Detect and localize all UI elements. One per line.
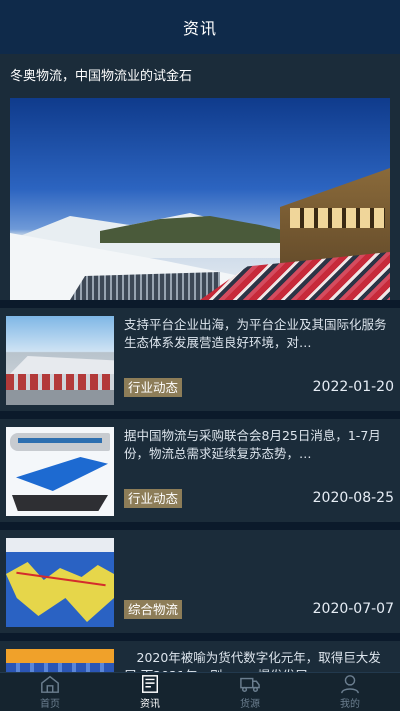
featured-image[interactable] <box>10 98 390 300</box>
news-date: 2020-08-25 <box>312 490 394 506</box>
news-thumbnail <box>6 427 114 516</box>
featured-article[interactable]: 冬奥物流，中国物流业的试金石 <box>0 54 400 300</box>
news-item[interactable]: 综合物流 2020-07-07 <box>0 530 400 633</box>
tab-label: 我的 <box>340 699 360 710</box>
category-tag: 综合物流 <box>124 600 183 619</box>
news-item[interactable]: 据中国物流与采购联合会8月25日消息，1-7月份，物流总需求延续复苏态势，… 行… <box>0 419 400 522</box>
category-tag: 行业动态 <box>124 378 183 397</box>
news-item[interactable]: 2020年被喻为货代数字化元年，取得巨大发展;而2021年，则many爆发发展… <box>0 641 400 672</box>
header-bar: 资讯 <box>0 0 400 54</box>
news-thumbnail <box>6 649 114 672</box>
news-thumbnail <box>6 316 114 405</box>
tab-label: 资讯 <box>140 699 160 710</box>
tab-news[interactable]: 资讯 <box>100 673 200 711</box>
news-date: 2022-01-20 <box>312 379 394 395</box>
truck-icon <box>240 677 260 692</box>
category-tag: 行业动态 <box>124 489 183 508</box>
news-thumbnail <box>6 538 114 627</box>
tab-label: 首页 <box>40 699 60 710</box>
featured-headline[interactable]: 冬奥物流，中国物流业的试金石 <box>10 64 390 90</box>
news-summary: 据中国物流与采购联合会8月25日消息，1-7月份，物流总需求延续复苏态势，… <box>124 428 381 461</box>
tab-cargo[interactable]: 货源 <box>200 673 300 711</box>
news-icon <box>142 675 158 693</box>
tab-home[interactable]: 首页 <box>0 673 100 711</box>
page-title: 资讯 <box>182 19 217 38</box>
home-icon <box>41 675 59 693</box>
news-summary: 支持平台企业出海，为平台企业及其国际化服务生态体系发展营造良好环境，对… <box>124 317 387 350</box>
news-summary <box>124 538 394 574</box>
news-summary: 2020年被喻为货代数字化元年，取得巨大发展;而2021年，则many爆发发展… <box>124 650 381 672</box>
news-feed[interactable]: 冬奥物流，中国物流业的试金石 支持平台企业出海，为平台企业及其国际化服务生态体系… <box>0 54 400 672</box>
user-icon <box>341 675 359 694</box>
news-date: 2020-07-07 <box>312 601 394 617</box>
tab-label: 货源 <box>240 699 260 710</box>
news-item[interactable]: 支持平台企业出海，为平台企业及其国际化服务生态体系发展营造良好环境，对… 行业动… <box>0 308 400 411</box>
bottom-tab-bar: 首页 资讯 货源 我的 <box>0 672 400 711</box>
tab-profile[interactable]: 我的 <box>300 673 400 711</box>
